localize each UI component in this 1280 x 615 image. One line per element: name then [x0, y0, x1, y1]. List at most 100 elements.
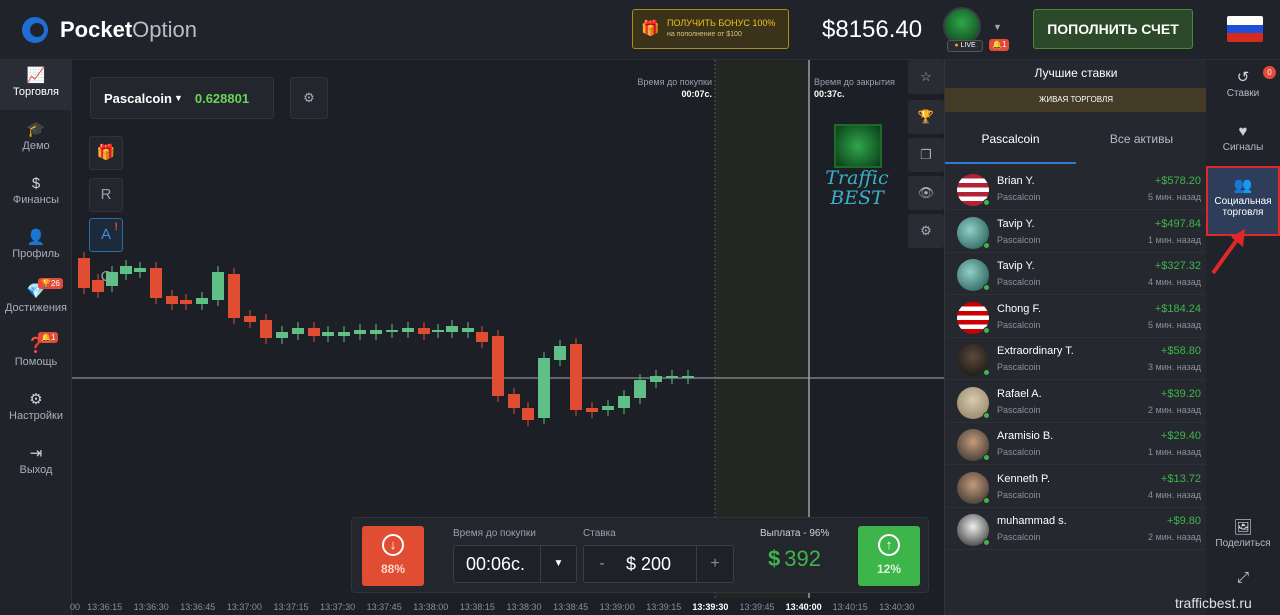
tab-all-assets[interactable]: Все активы [1076, 128, 1207, 164]
trader-name: Tavip Y. [997, 217, 1035, 230]
question-icon: ❓ [26, 337, 46, 354]
trade-time: 5 мин. назад [1148, 319, 1201, 330]
top-header: PocketOption 🎁 ПОЛУЧИТЬ БОНУС 100% на по… [0, 0, 1280, 60]
bets-title: Лучшие ставки [1034, 66, 1118, 80]
trophy-icon: 🏆 [917, 109, 935, 124]
candle-body [634, 380, 646, 398]
expiry-time-input[interactable]: 00:06с. ▼ [453, 545, 577, 583]
trade-amount: +$327.32 [1154, 260, 1201, 272]
axis-tick-label: 13:37:45 [366, 602, 402, 612]
trade-amount: +$9.80 [1167, 515, 1201, 527]
candles-group [78, 252, 694, 426]
online-dot [983, 199, 990, 206]
axis-tick-label: 13:40:15 [832, 602, 868, 612]
bet-row[interactable]: Brian Y. Pascalcoin +$578.20 5 мин. назад [945, 168, 1207, 210]
stake-increase-button[interactable]: + [696, 545, 734, 583]
buy-up-button[interactable]: ↑ 12% [858, 526, 920, 586]
nav-share[interactable]: 🖼 Поделиться [1206, 510, 1280, 558]
settings-button[interactable]: ⚙ [908, 214, 944, 248]
stake-input[interactable]: $ 200 [620, 545, 697, 583]
candle-body [538, 358, 550, 418]
copy-button[interactable]: ❐ [908, 138, 944, 172]
nav-logout[interactable]: ⇥ Выход [0, 438, 72, 488]
online-dot [983, 369, 990, 376]
dollar-icon: $ [31, 175, 41, 192]
trade-amount: +$497.84 [1154, 217, 1201, 230]
logo[interactable]: PocketOption [22, 17, 197, 43]
left-sidebar: 📈 Торговля 🎓 Демо $ Финансы 👤 Профиль 💎 🏆26 До… [0, 60, 72, 615]
app-root: PocketOption 🎁 ПОЛУЧИТЬ БОНУС 100% на по… [0, 0, 1280, 615]
nav-signals[interactable]: ♥ Сигналы [1206, 114, 1280, 162]
candle-body [492, 336, 504, 396]
trophy-button[interactable]: 🏆 [908, 100, 944, 134]
tab-pascalcoin[interactable]: Pascalcoin [945, 128, 1076, 164]
trader-asset: Pascalcoin [997, 319, 1041, 330]
sell-down-button[interactable]: ↓ 88% [362, 526, 424, 586]
gift-icon: 🎁 [96, 144, 116, 161]
candle-body [354, 330, 366, 334]
online-dot [983, 411, 990, 419]
nav-achievements[interactable]: 💎 🏆26 Достижения [0, 276, 72, 326]
trade-time: 2 мин. назад [1148, 532, 1201, 542]
stake-decrease-button[interactable]: - [583, 545, 621, 583]
bet-row[interactable]: Tavip Y. Pascalcoin +$497.84 1 мин. назад [945, 211, 1207, 253]
trade-panel: ↓ 88% Время до покупки 00:06с. ▼ Ставка … [351, 517, 929, 593]
trade-time: 5 мин. назад [1148, 192, 1201, 202]
candle-body [212, 272, 224, 300]
asset-price: 0.628801 [194, 90, 250, 106]
chart-settings-button[interactable]: ⚙ [290, 77, 328, 119]
nav-trading[interactable]: 📈 Торговля [0, 60, 72, 110]
bet-row[interactable]: Extraordinary T. Pascalcoin +$58.80 3 мин. … [945, 338, 1207, 380]
candle-body [618, 396, 630, 408]
bet-row[interactable]: Chong F. Pascalcoin +$184.24 5 мин. назад [945, 296, 1207, 338]
candle-body [244, 316, 256, 322]
chevron-down-icon[interactable]: ▼ [540, 546, 576, 582]
candle-body [292, 328, 304, 334]
payout-value: $392 [768, 546, 821, 571]
bet-row[interactable]: Kenneth P. Pascalcoin +$13.72 4 мин. назад [945, 466, 1207, 508]
chevron-down-icon[interactable]: ▼ [993, 22, 1002, 32]
axis-tick-label: 13:36:15 [87, 602, 123, 612]
view-button[interactable]: 👁 [908, 176, 944, 210]
bets-count-badge: 0 [1263, 66, 1276, 79]
tool-a-button[interactable]: A! [89, 218, 123, 252]
bet-row[interactable]: muhammad s. Pascalcoin +$9.80 2 мин. назад [945, 508, 1207, 550]
trader-name: Aramisio B. [997, 430, 1054, 442]
bet-row[interactable]: Rafael A. Pascalcoin +$39.20 2 мин. назад [945, 381, 1207, 423]
language-flag-icon[interactable] [1227, 16, 1263, 42]
axis-tick-label: 13:39:00 [599, 602, 635, 612]
gift-tool-button[interactable]: 🎁 [89, 136, 123, 170]
bet-row[interactable]: Tavip Y. Pascalcoin +$327.32 4 мин. назад [945, 253, 1207, 295]
trade-time: 1 мин. назад [1148, 447, 1201, 457]
deposit-button[interactable]: ПОПОЛНИТЬ СЧЕТ [1033, 9, 1193, 49]
candle-body [476, 332, 488, 342]
trader-asset: Pascalcoin [997, 277, 1041, 287]
notification-badge[interactable]: 🔔1 [989, 39, 1010, 51]
traffic-best-watermark: Traffic BEST [818, 124, 896, 220]
trader-asset: Pascalcoin [997, 532, 1041, 542]
nav-demo[interactable]: 🎓 Демо [0, 114, 72, 164]
trader-name: Extraordinary T. [997, 345, 1074, 357]
account-balance[interactable]: $8156.40 [822, 16, 922, 44]
axis-tick-label: 13:38:45 [553, 602, 589, 612]
candle-body [180, 300, 192, 304]
nav-help[interactable]: ❓ 🔔1 Помощь [0, 330, 72, 380]
trader-name: Brian Y. [997, 175, 1035, 187]
nav-profile[interactable]: 👤 Профиль [0, 222, 72, 272]
candle-body [166, 296, 178, 304]
nav-finance[interactable]: $ Финансы [0, 168, 72, 218]
candle-body [650, 376, 662, 382]
bet-row[interactable]: Aramisio B. Pascalcoin +$29.40 1 мин. назад [945, 423, 1207, 465]
favorite-button[interactable]: ☆ [908, 60, 944, 94]
gears-icon: ⚙ [303, 90, 315, 105]
candle-body [386, 330, 398, 332]
asset-selector[interactable]: Pascalcoin ▼ 0.628801 [90, 77, 274, 119]
tool-c-button[interactable]: C [89, 260, 123, 294]
payout-label: Выплата - 96% [760, 528, 830, 539]
nav-settings[interactable]: ⚙ Настройки [0, 384, 72, 434]
axis-tick-label: 13:40:30 [879, 602, 915, 612]
bonus-banner[interactable]: 🎁 ПОЛУЧИТЬ БОНУС 100% на пополнение от $… [632, 9, 789, 49]
trader-name: muhammad s. [997, 515, 1067, 527]
alert-icon: ! [114, 221, 118, 233]
tool-r-button[interactable]: R [89, 178, 123, 212]
